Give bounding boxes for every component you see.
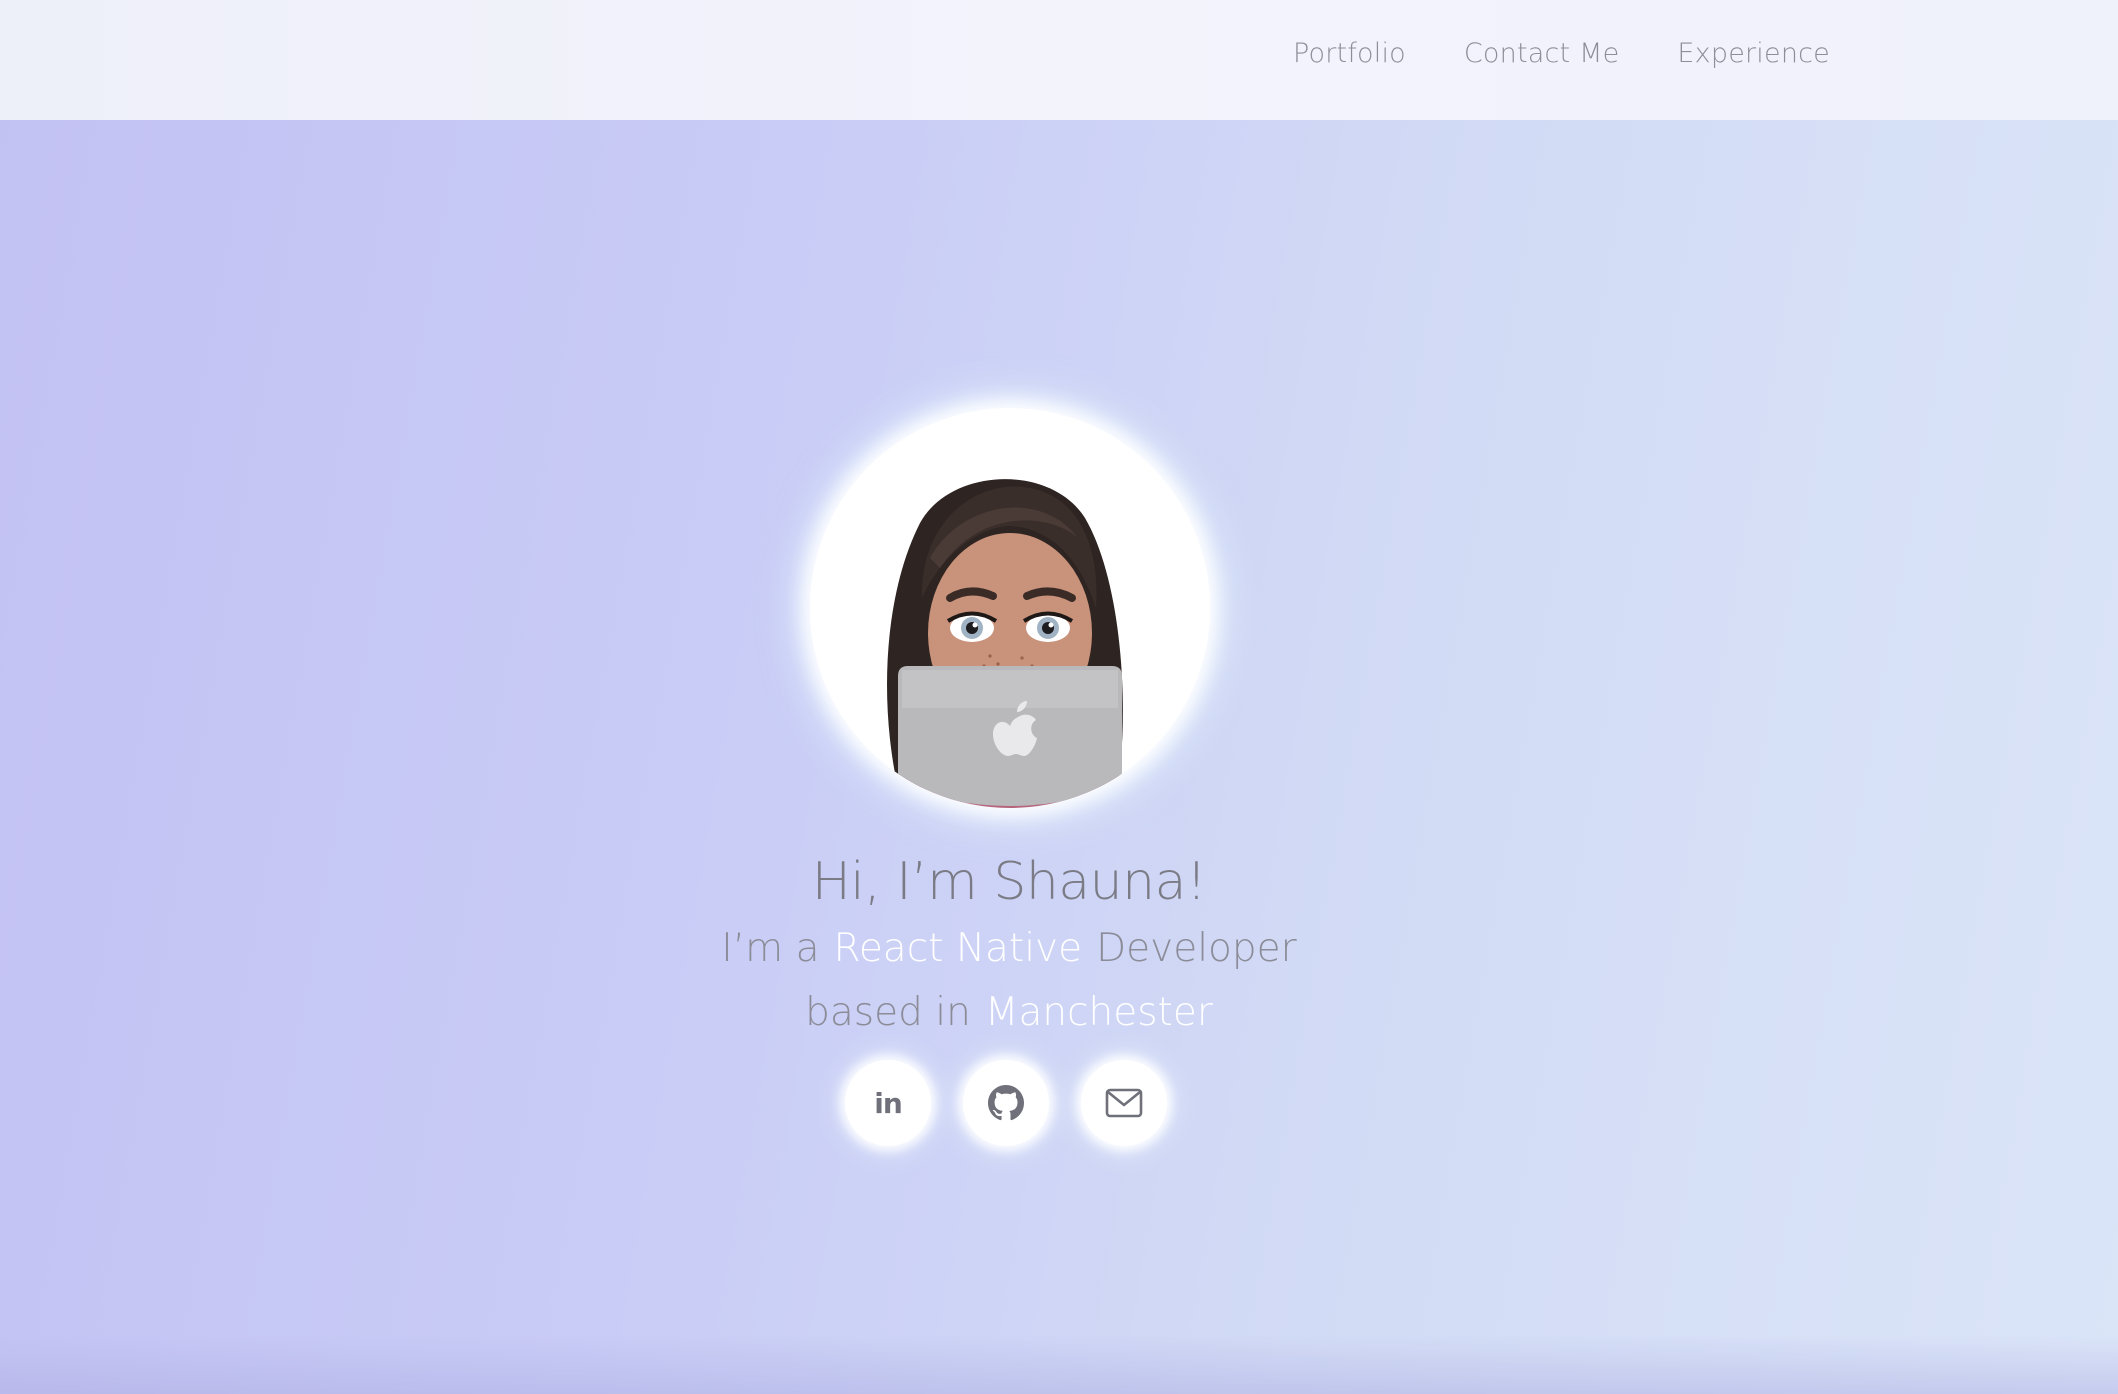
mail-icon xyxy=(1105,1088,1143,1118)
avatar xyxy=(810,408,1210,808)
linkedin-button[interactable]: in xyxy=(845,1060,931,1146)
social-links: in xyxy=(845,1060,1167,1146)
location-highlight: Manchester xyxy=(984,990,1213,1035)
role-highlight: React Native xyxy=(833,926,1083,971)
role-line: I’m a React Native Developer xyxy=(0,926,2018,971)
hero-section: Hi, I’m Shauna! I’m a React Native Develop… xyxy=(0,120,2118,1394)
email-button[interactable] xyxy=(1081,1060,1167,1146)
nav-links: Portfolio Contact Me Experience xyxy=(1293,38,1830,69)
role-suffix: Developer xyxy=(1096,926,1297,971)
nav-link-experience[interactable]: Experience xyxy=(1677,38,1830,69)
github-icon xyxy=(988,1085,1024,1121)
location-prefix: based in xyxy=(805,990,971,1035)
nav-link-portfolio[interactable]: Portfolio xyxy=(1293,38,1406,69)
top-navbar: Portfolio Contact Me Experience xyxy=(0,0,2118,120)
role-prefix: I’m a xyxy=(721,926,820,971)
github-button[interactable] xyxy=(963,1060,1049,1146)
greeting-heading: Hi, I’m Shauna! xyxy=(811,852,1207,912)
memoji-avatar-image xyxy=(887,479,1125,808)
location-line: based in Manchester xyxy=(0,990,2018,1035)
linkedin-icon: in xyxy=(874,1086,903,1120)
nav-link-contact-me[interactable]: Contact Me xyxy=(1464,38,1620,69)
